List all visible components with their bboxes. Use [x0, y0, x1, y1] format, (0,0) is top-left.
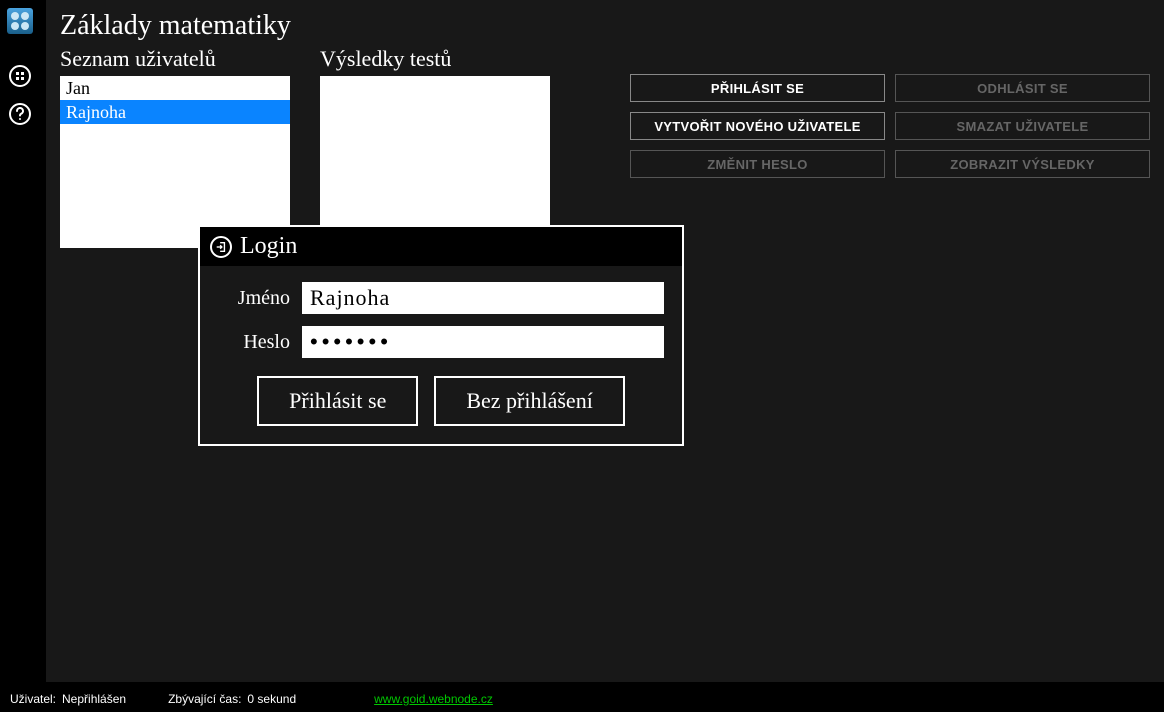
- list-item[interactable]: Rajnoha: [60, 100, 290, 124]
- create-user-button[interactable]: VYTVOŘIT NOVÉHO UŽIVATELE: [630, 112, 885, 140]
- status-link[interactable]: www.goid.webnode.cz: [374, 692, 493, 706]
- help-button[interactable]: [6, 100, 34, 128]
- page-title: Základy matematiky: [60, 10, 1150, 42]
- login-icon: [210, 236, 232, 258]
- password-label: Heslo: [218, 331, 290, 354]
- dialog-skip-button[interactable]: Bez přihlášení: [434, 376, 624, 426]
- dialog-login-button[interactable]: Přihlásit se: [257, 376, 418, 426]
- status-bar: Uživatel: Nepřihlášen Zbývající čas: 0 s…: [0, 686, 1164, 712]
- show-results-button: ZOBRAZIT VÝSLEDKY: [895, 150, 1150, 178]
- list-item[interactable]: Jan: [60, 76, 290, 100]
- status-user-label: Uživatel:: [10, 692, 56, 706]
- home-grid-button[interactable]: [6, 62, 34, 90]
- status-time-value: 0 sekund: [247, 692, 296, 706]
- results-header: Výsledky testů: [320, 46, 550, 72]
- status-time-label: Zbývající čas:: [168, 692, 241, 706]
- login-button[interactable]: PŘIHLÁSIT SE: [630, 74, 885, 102]
- delete-user-button: SMAZAT UŽIVATELE: [895, 112, 1150, 140]
- users-header: Seznam uživatelů: [60, 46, 290, 72]
- username-label: Jméno: [218, 287, 290, 310]
- change-password-button: ZMĚNIT HESLO: [630, 150, 885, 178]
- left-icon-strip: [0, 0, 40, 712]
- username-input[interactable]: [302, 282, 664, 314]
- dialog-titlebar: Login: [200, 227, 682, 266]
- logout-button: ODHLÁSIT SE: [895, 74, 1150, 102]
- dialog-title: Login: [240, 233, 297, 260]
- user-listbox[interactable]: Jan Rajnoha: [60, 76, 290, 248]
- status-user-value: Nepřihlášen: [62, 692, 126, 706]
- app-logo-icon: [7, 8, 33, 34]
- login-dialog: Login Jméno Heslo Přihlásit se Bez přihl…: [198, 225, 684, 446]
- results-listbox[interactable]: [320, 76, 550, 248]
- password-input[interactable]: [302, 326, 664, 358]
